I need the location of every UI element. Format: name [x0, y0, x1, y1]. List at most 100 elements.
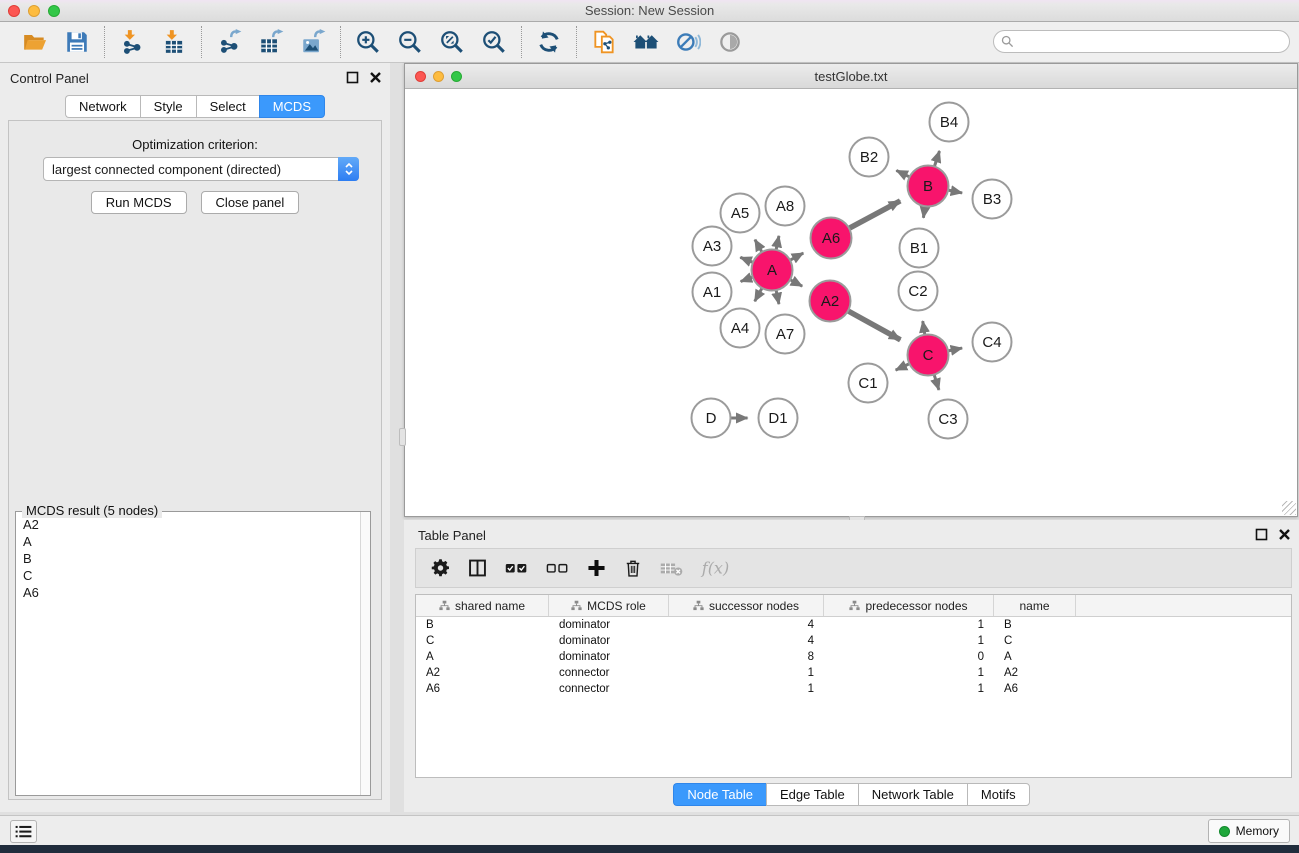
table-row[interactable]: Cdominator41C: [416, 633, 1291, 649]
column-header-MCDS-role[interactable]: MCDS role: [549, 595, 669, 616]
tab-network[interactable]: Network: [65, 95, 140, 118]
table-close-panel-icon[interactable]: [1278, 528, 1291, 541]
table-cell[interactable]: A: [994, 651, 1076, 663]
close-panel-icon[interactable]: [369, 71, 382, 84]
node-A2[interactable]: A2: [810, 281, 851, 322]
node-C4[interactable]: C4: [973, 323, 1012, 362]
table-cell[interactable]: A2: [416, 667, 549, 679]
table-cell[interactable]: C: [416, 635, 549, 647]
table-row[interactable]: A2connector11A2: [416, 665, 1291, 681]
table-cell[interactable]: C: [994, 635, 1076, 647]
result-item[interactable]: A: [16, 533, 360, 550]
edge-A-A4[interactable]: [755, 288, 763, 302]
task-history-button[interactable]: [10, 820, 37, 843]
table-row[interactable]: Bdominator41B: [416, 617, 1291, 633]
clone-network-button[interactable]: [587, 26, 621, 58]
node-A5[interactable]: A5: [721, 194, 760, 233]
node-A3[interactable]: A3: [693, 227, 732, 266]
vertical-scroll-nub[interactable]: [399, 428, 406, 446]
import-network-button[interactable]: [115, 26, 149, 58]
add-button[interactable]: [586, 557, 607, 579]
table-cell[interactable]: 1: [669, 667, 824, 679]
tab-style[interactable]: Style: [140, 95, 196, 118]
edge-B-B4[interactable]: [934, 151, 939, 167]
table-cell[interactable]: dominator: [549, 651, 669, 663]
open-session-button[interactable]: [18, 26, 52, 58]
table-cell[interactable]: 4: [669, 635, 824, 647]
zoom-selected-button[interactable]: [477, 26, 511, 58]
zoom-fit-button[interactable]: [435, 26, 469, 58]
table-cell[interactable]: B: [416, 619, 549, 631]
tab-select[interactable]: Select: [196, 95, 259, 118]
node-C1[interactable]: C1: [849, 364, 888, 403]
node-B2[interactable]: B2: [850, 138, 889, 177]
export-image-button[interactable]: [296, 26, 330, 58]
node-B3[interactable]: B3: [973, 180, 1012, 219]
node-A7[interactable]: A7: [766, 315, 805, 354]
table-cell[interactable]: 1: [824, 683, 994, 695]
edge-A-A5[interactable]: [755, 240, 762, 253]
edge-C-C3[interactable]: [934, 374, 939, 390]
network-canvas[interactable]: B4B2BB3A5A8A6A3B1AA1C2A2A4A7C4CC1DD1C3: [405, 89, 1297, 516]
table-cell[interactable]: A6: [994, 683, 1076, 695]
export-network-button[interactable]: [212, 26, 246, 58]
hide-panels-button[interactable]: [671, 26, 705, 58]
table-cell[interactable]: 4: [669, 619, 824, 631]
table-cell[interactable]: A2: [994, 667, 1076, 679]
refresh-layout-button[interactable]: [532, 26, 566, 58]
table-cell[interactable]: 1: [824, 635, 994, 647]
edge-A-A7[interactable]: [776, 290, 779, 305]
memory-button[interactable]: Memory: [1208, 819, 1290, 843]
function-builder-button[interactable]: f(x): [700, 557, 732, 579]
table-cell[interactable]: B: [994, 619, 1076, 631]
tab-node-table[interactable]: Node Table: [673, 783, 766, 806]
table-cell[interactable]: 1: [824, 619, 994, 631]
edge-B-B3[interactable]: [948, 190, 963, 193]
zoom-out-button[interactable]: [393, 26, 427, 58]
save-session-button[interactable]: [60, 26, 94, 58]
search-input[interactable]: [1014, 33, 1289, 51]
node-C3[interactable]: C3: [929, 400, 968, 439]
edge-A-A8[interactable]: [776, 236, 779, 251]
delete-table-button[interactable]: [659, 557, 684, 579]
node-C[interactable]: C: [908, 335, 949, 376]
import-table-button[interactable]: [157, 26, 191, 58]
table-cell[interactable]: 0: [824, 651, 994, 663]
edge-A-A1[interactable]: [741, 277, 754, 282]
edge-A6-B[interactable]: [849, 201, 901, 229]
table-cell[interactable]: A: [416, 651, 549, 663]
network-window-titlebar[interactable]: testGlobe.txt: [405, 64, 1297, 89]
node-A6[interactable]: A6: [811, 218, 852, 259]
result-item[interactable]: C: [16, 567, 360, 584]
edge-B-B2[interactable]: [896, 170, 910, 177]
edge-C-C4[interactable]: [948, 348, 963, 351]
network-graph[interactable]: B4B2BB3A5A8A6A3B1AA1C2A2A4A7C4CC1DD1C3: [405, 89, 1297, 516]
result-item[interactable]: A6: [16, 584, 360, 601]
node-A8[interactable]: A8: [766, 187, 805, 226]
resize-grip[interactable]: [1282, 501, 1296, 515]
node-D1[interactable]: D1: [759, 399, 798, 438]
result-item[interactable]: A2: [16, 516, 360, 533]
edge-A-A2[interactable]: [790, 279, 803, 286]
edge-B-B1[interactable]: [923, 206, 925, 218]
columns-button[interactable]: [467, 557, 488, 579]
node-C2[interactable]: C2: [899, 272, 938, 311]
select-all-button[interactable]: [504, 557, 529, 579]
edge-A2-C[interactable]: [848, 311, 901, 340]
tab-edge-table[interactable]: Edge Table: [766, 783, 858, 806]
delete-button[interactable]: [623, 557, 643, 579]
tab-mcds[interactable]: MCDS: [259, 95, 325, 118]
table-row[interactable]: Adominator80A: [416, 649, 1291, 665]
tab-motifs[interactable]: Motifs: [967, 783, 1030, 806]
column-header-successor-nodes[interactable]: successor nodes: [669, 595, 824, 616]
run-mcds-button[interactable]: Run MCDS: [91, 191, 187, 214]
table-cell[interactable]: dominator: [549, 635, 669, 647]
column-header-predecessor-nodes[interactable]: predecessor nodes: [824, 595, 994, 616]
node-B[interactable]: B: [908, 166, 949, 207]
edge-A-A3[interactable]: [740, 257, 753, 262]
node-A1[interactable]: A1: [693, 273, 732, 312]
node-D[interactable]: D: [692, 399, 731, 438]
table-row[interactable]: A6connector11A6: [416, 681, 1291, 697]
column-header-shared-name[interactable]: shared name: [416, 595, 549, 616]
table-cell[interactable]: dominator: [549, 619, 669, 631]
